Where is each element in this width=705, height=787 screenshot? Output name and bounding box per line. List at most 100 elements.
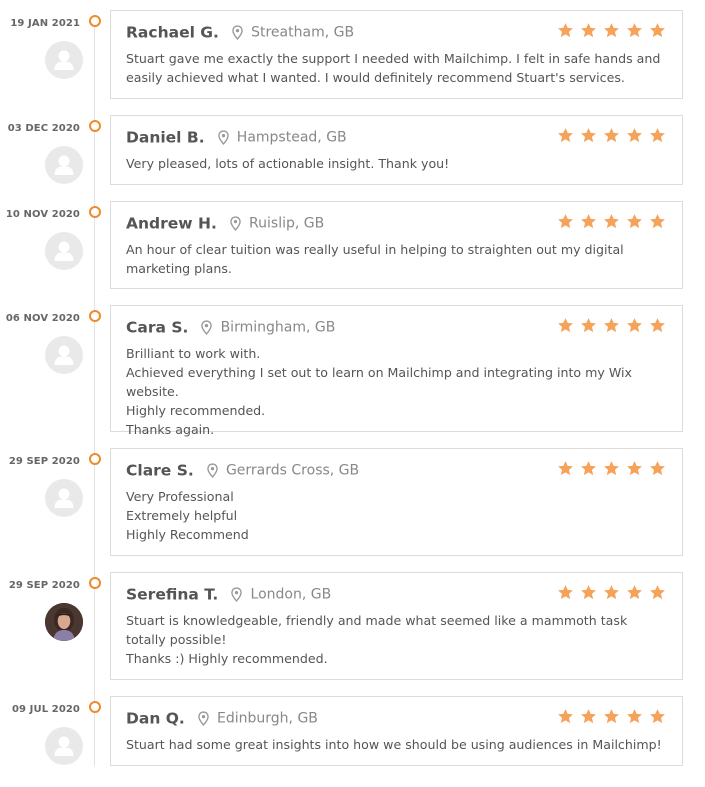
avatar	[45, 727, 83, 765]
avatar	[45, 336, 83, 374]
user-placeholder-icon	[54, 241, 74, 261]
reviewer-name: Dan Q.	[126, 709, 185, 728]
star-icon	[581, 214, 596, 229]
review-date: 09 JUL 2020	[11, 704, 80, 715]
review-card: Andrew H. Ruislip, GB An hour of clear t…	[110, 201, 683, 289]
star-icon	[558, 128, 573, 143]
reviewer-location: Streatham, GB	[251, 24, 355, 41]
review-text: Stuart gave me exactly the support I nee…	[126, 51, 661, 85]
reviewer-name: Serefina T.	[126, 585, 219, 604]
location-pin-icon	[207, 463, 218, 478]
user-placeholder-icon	[54, 488, 74, 508]
timeline-dot	[89, 453, 101, 465]
review-text: Brilliant to work with. Achieved everyth…	[126, 346, 632, 437]
star-icon	[581, 709, 596, 724]
star-rating	[557, 213, 666, 230]
timeline-dot	[89, 310, 101, 322]
reviewer-name: Clare S.	[126, 461, 194, 480]
location-pin-icon	[198, 711, 209, 726]
location-pin-icon	[201, 320, 213, 335]
avatar	[45, 603, 83, 641]
star-icon	[627, 318, 642, 333]
star-icon	[604, 461, 619, 476]
review-card: Rachael G. Streatham, GB Stuart gave me …	[110, 10, 683, 99]
review-text: Very Professional Extremely helpful High…	[126, 489, 249, 542]
reviewer-location: Hampstead, GB	[236, 129, 347, 146]
star-icon	[604, 318, 619, 333]
review-text: Stuart had some great insights into how …	[126, 737, 662, 752]
star-icon	[581, 585, 596, 600]
reviewer-location: London, GB	[250, 586, 332, 603]
location-pin-icon	[231, 587, 243, 602]
star-icon	[627, 23, 642, 38]
star-icon	[627, 461, 642, 476]
star-icon	[650, 214, 665, 229]
review-card: Serefina T. London, GB Stuart is knowled…	[110, 572, 683, 680]
star-icon	[604, 128, 619, 143]
reviewer-location: Gerrards Cross, GB	[225, 462, 360, 479]
timeline-dot	[89, 206, 101, 218]
reviewer-location: Edinburgh, GB	[217, 710, 318, 727]
user-placeholder-icon	[54, 50, 74, 70]
star-rating	[557, 708, 666, 725]
star-icon	[558, 214, 573, 229]
star-icon	[558, 709, 573, 724]
reviewer-location: Ruislip, GB	[249, 215, 325, 232]
location-pin-icon	[232, 25, 243, 40]
user-placeholder-icon	[54, 155, 74, 175]
user-placeholder-icon	[54, 345, 74, 365]
reviewer-name: Daniel B.	[126, 128, 205, 147]
star-icon	[558, 23, 573, 38]
timeline-dot	[89, 577, 101, 589]
star-icon	[581, 23, 596, 38]
star-icon	[650, 461, 665, 476]
review-text: Stuart is knowledgeable, friendly and ma…	[126, 613, 628, 666]
reviewer-name: Andrew H.	[126, 214, 217, 233]
review-date: 19 JAN 2021	[10, 18, 80, 29]
avatar	[45, 479, 83, 517]
review-date: 06 NOV 2020	[5, 313, 80, 324]
star-rating	[557, 460, 666, 477]
star-icon	[558, 318, 573, 333]
avatar	[45, 146, 83, 184]
star-icon	[650, 128, 665, 143]
star-icon	[604, 23, 619, 38]
review-date: 29 SEP 2020	[8, 456, 80, 467]
star-icon	[627, 214, 642, 229]
reviewer-name: Cara S.	[126, 318, 189, 337]
review-card: Clare S. Gerrards Cross, GB Very Profess…	[110, 448, 683, 556]
review-text: An hour of clear tuition was really usef…	[126, 242, 624, 276]
review-date: 29 SEP 2020	[8, 580, 80, 591]
star-icon	[604, 585, 619, 600]
star-icon	[650, 318, 665, 333]
star-icon	[581, 318, 596, 333]
timeline-dot	[89, 120, 101, 132]
review-card: Dan Q. Edinburgh, GB Stuart had some gre…	[110, 696, 683, 766]
review-card: Daniel B. Hampstead, GB Very pleased, lo…	[110, 115, 683, 185]
star-icon	[581, 128, 596, 143]
review-date: 10 NOV 2020	[5, 209, 80, 220]
star-icon	[558, 461, 573, 476]
star-icon	[627, 128, 642, 143]
user-photo-avatar	[45, 603, 83, 641]
star-icon	[627, 585, 642, 600]
avatar	[45, 232, 83, 270]
star-rating	[557, 127, 666, 144]
timeline-dot	[89, 701, 101, 713]
star-icon	[581, 461, 596, 476]
timeline-dot	[89, 15, 101, 27]
reviewer-location: Birmingham, GB	[220, 319, 336, 336]
star-icon	[558, 585, 573, 600]
star-icon	[604, 709, 619, 724]
user-placeholder-icon	[54, 736, 74, 756]
star-icon	[627, 709, 642, 724]
star-rating	[557, 317, 666, 334]
review-card: Cara S. Birmingham, GB Brilliant to work…	[110, 305, 683, 437]
reviewer-name: Rachael G.	[126, 23, 219, 42]
star-icon	[650, 709, 665, 724]
review-text: Very pleased, lots of actionable insight…	[126, 156, 450, 171]
location-pin-icon	[230, 216, 241, 231]
star-icon	[650, 23, 665, 38]
star-icon	[650, 585, 665, 600]
star-icon	[604, 214, 619, 229]
